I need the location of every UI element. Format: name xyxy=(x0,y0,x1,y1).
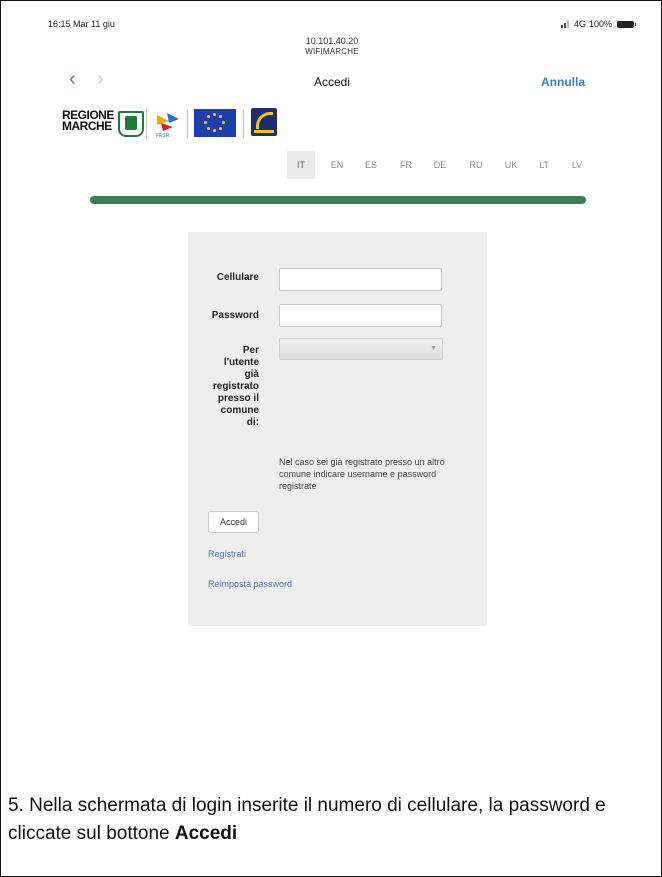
label-line: presso il xyxy=(217,393,259,404)
login-panel xyxy=(188,232,487,626)
signal-icon xyxy=(561,20,571,28)
lang-tab-de[interactable]: DE xyxy=(426,151,454,179)
document-frame: 16:15 Mar 11 giu 4G 100% 10.101.40.20 WI… xyxy=(0,0,662,877)
address-ip: 10.101.40.20 xyxy=(305,36,359,46)
battery-icon xyxy=(617,20,637,28)
regione-marche-logo: REGIONE MARCHE xyxy=(62,109,114,133)
login-button[interactable]: Accedi xyxy=(208,511,259,533)
municipality-label: Per l'utente già registrato presso il co… xyxy=(201,345,259,429)
forward-arrow-icon[interactable]: › xyxy=(97,69,104,89)
lang-tab-lv[interactable]: LV xyxy=(563,151,591,179)
reset-password-link[interactable]: Reimposta password xyxy=(208,579,292,589)
instruction-caption: 5. Nella schermata di login inserite il … xyxy=(8,792,656,848)
page-title: Accedi xyxy=(313,75,351,89)
battery-percent: 100% xyxy=(589,19,613,29)
back-arrow-icon[interactable]: ‹ xyxy=(69,69,76,89)
phone-input[interactable] xyxy=(279,268,442,291)
label-line: registrato xyxy=(212,381,259,392)
caption-bold-text: Accedi xyxy=(174,823,238,844)
divider xyxy=(146,109,147,139)
regione-shield-icon xyxy=(118,111,144,137)
password-label: Password xyxy=(211,310,259,321)
municipality-select[interactable]: ▼ xyxy=(279,338,443,360)
wifi-marche-logo-icon xyxy=(251,108,277,136)
status-time: 16:15 Mar 11 giu xyxy=(48,19,115,29)
register-link[interactable]: Registrati xyxy=(208,549,246,559)
label-line: l'utente xyxy=(223,357,259,368)
divider xyxy=(187,109,188,139)
lang-tab-fr[interactable]: FR xyxy=(392,151,420,179)
password-input[interactable] xyxy=(279,304,442,327)
label-line: già xyxy=(244,369,259,380)
caption-text: 5. Nella schermata di login inserite il … xyxy=(8,795,606,844)
chevron-down-icon: ▼ xyxy=(430,345,437,352)
phone-label: Cellulare xyxy=(216,272,259,283)
logo-line: MARCHE xyxy=(62,119,112,133)
label-line: Per xyxy=(242,345,259,356)
lang-tab-ru[interactable]: RU xyxy=(462,151,490,179)
address-ssid: WIFIMARCHE xyxy=(305,47,359,56)
lang-tab-en[interactable]: EN xyxy=(323,151,351,179)
divider xyxy=(243,109,244,139)
lang-tab-uk[interactable]: UK xyxy=(497,151,525,179)
lang-tab-es[interactable]: ES xyxy=(357,151,385,179)
header-progress-bar xyxy=(90,196,586,204)
lang-tab-it[interactable]: IT xyxy=(287,151,315,179)
status-indicators: 4G 100% xyxy=(561,19,637,29)
fesr-label: FESR xyxy=(156,133,170,139)
lang-tab-lt[interactable]: LT xyxy=(530,151,558,179)
cancel-button[interactable]: Annulla xyxy=(541,75,585,89)
fesr-logo-icon: FESR xyxy=(156,113,179,139)
eu-flag-icon xyxy=(194,109,236,137)
label-line: di: xyxy=(246,417,259,428)
network-type: 4G xyxy=(574,19,587,29)
help-text: Nel caso sei già registrato presso un al… xyxy=(279,457,445,491)
label-line: comune xyxy=(220,405,259,416)
